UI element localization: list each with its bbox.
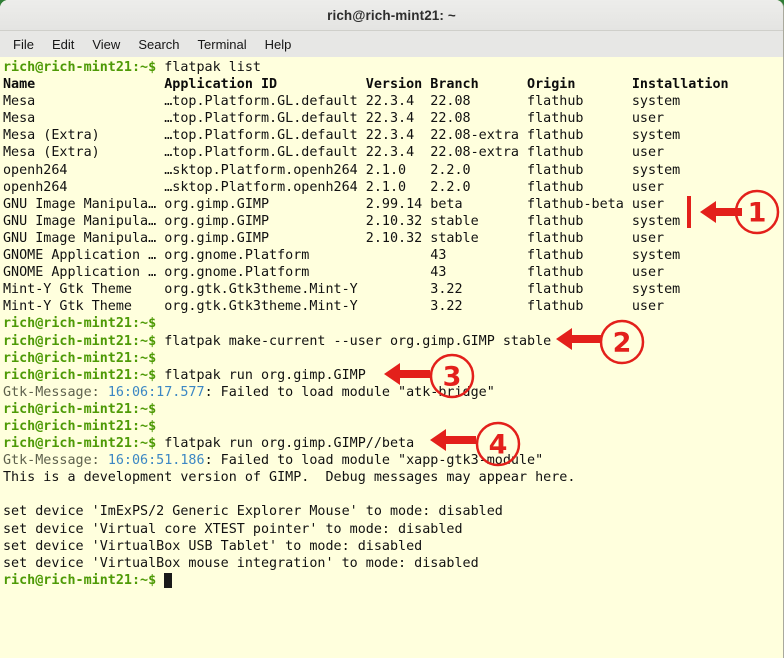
terminal-text-text: flatpak make-current --user org.gimp.GIM… [164,333,552,349]
terminal-text-prompt: rich@rich-mint21:~$ [3,436,165,452]
terminal-line: rich@rich-mint21:~$ flatpak run org.gimp… [3,367,783,384]
terminal-text-olive: Gtk-Message: [3,453,108,469]
terminal-text-header: Name Application ID Version Branch Origi… [3,77,729,93]
menu-item-file[interactable]: File [4,34,43,55]
terminal-cursor [164,572,173,588]
menu-item-terminal[interactable]: Terminal [189,34,256,55]
terminal-text-text: : Failed to load module "atk-bridge" [204,384,495,400]
terminal-line: rich@rich-mint21:~$ [3,418,783,435]
terminal-text-text: Mesa (Extra) …top.Platform.GL.default 22… [3,145,665,161]
terminal-text-text: This is a development version of GIMP. D… [3,470,576,486]
terminal-line: set device 'VirtualBox mouse integration… [3,555,783,572]
terminal-line: rich@rich-mint21:~$ [3,572,783,589]
terminal-text-blue: 16:06:17.577 [107,384,205,400]
terminal-text-text: flatpak run org.gimp.GIMP [164,367,366,383]
terminal-line: rich@rich-mint21:~$ flatpak run org.gimp… [3,435,783,452]
terminal-line: openh264 …sktop.Platform.openh264 2.1.0 … [3,162,783,179]
terminal-line: Mint-Y Gtk Theme org.gtk.Gtk3theme.Mint-… [3,298,783,315]
terminal-text-prompt: rich@rich-mint21:~$ [3,316,157,332]
terminal-text-prompt: rich@rich-mint21:~$ [3,333,165,349]
terminal-text-text: set device 'VirtualBox USB Tablet' to mo… [3,538,423,554]
terminal-text-text: GNU Image Manipula… org.gimp.GIMP 2.10.3… [3,213,681,229]
terminal-text-text: GNOME Application … org.gnome.Platform 4… [3,265,665,281]
terminal-text-olive: Gtk-Message: [3,384,108,400]
terminal-text-text: GNU Image Manipula… org.gimp.GIMP 2.99.1… [3,196,665,212]
terminal-text-prompt: rich@rich-mint21:~$ [3,572,165,588]
terminal-line: GNU Image Manipula… org.gimp.GIMP 2.99.1… [3,196,783,213]
terminal-text-text: set device 'ImExPS/2 Generic Explorer Mo… [3,504,503,520]
window-title: rich@rich-mint21: ~ [327,7,456,23]
menu-item-search[interactable]: Search [129,34,188,55]
menu-item-help[interactable]: Help [256,34,301,55]
terminal-line: Mesa (Extra) …top.Platform.GL.default 22… [3,127,783,144]
terminal-text-text: openh264 …sktop.Platform.openh264 2.1.0 … [3,179,665,195]
terminal-line: Mint-Y Gtk Theme org.gtk.Gtk3theme.Mint-… [3,281,783,298]
terminal-text-text: flatpak list [164,60,261,75]
terminal-line: Mesa …top.Platform.GL.default 22.3.4 22.… [3,110,783,127]
terminal-text-text: Mint-Y Gtk Theme org.gtk.Gtk3theme.Mint-… [3,282,681,298]
terminal-line: set device 'ImExPS/2 Generic Explorer Mo… [3,503,783,520]
terminal-text-text: GNU Image Manipula… org.gimp.GIMP 2.10.3… [3,230,665,246]
titlebar[interactable]: rich@rich-mint21: ~ [0,0,783,31]
terminal-text-text: Mesa …top.Platform.GL.default 22.3.4 22.… [3,94,681,110]
terminal-text-text: GNOME Application … org.gnome.Platform 4… [3,248,681,264]
terminal-text-prompt: rich@rich-mint21:~$ [3,350,157,366]
terminal-line: This is a development version of GIMP. D… [3,469,783,486]
terminal-line: rich@rich-mint21:~$ [3,315,783,332]
terminal-line: Name Application ID Version Branch Origi… [3,76,783,93]
terminal-line: openh264 …sktop.Platform.openh264 2.1.0 … [3,179,783,196]
menu-item-view[interactable]: View [83,34,129,55]
terminal-line: Mesa …top.Platform.GL.default 22.3.4 22.… [3,93,783,110]
terminal-line: Gtk-Message: 16:06:51.186: Failed to loa… [3,452,783,469]
terminal-line: rich@rich-mint21:~$ flatpak list [3,59,783,76]
terminal-line: Gtk-Message: 16:06:17.577: Failed to loa… [3,384,783,401]
terminal-text-text: set device 'Virtual core XTEST pointer' … [3,521,463,537]
terminal-text-text: flatpak run org.gimp.GIMP//beta [164,436,415,452]
terminal-line: set device 'VirtualBox USB Tablet' to mo… [3,538,783,555]
terminal-line: set device 'Virtual core XTEST pointer' … [3,521,783,538]
terminal-text-blue: 16:06:51.186 [107,453,205,469]
terminal-line: GNOME Application … org.gnome.Platform 4… [3,247,783,264]
terminal-window: rich@rich-mint21: ~ File Edit View Search Te… [0,0,784,658]
menu-item-edit[interactable]: Edit [43,34,83,55]
terminal-line: rich@rich-mint21:~$ flatpak make-current… [3,333,783,350]
terminal-line: Mesa (Extra) …top.Platform.GL.default 22… [3,144,783,161]
terminal-text-text: Mint-Y Gtk Theme org.gtk.Gtk3theme.Mint-… [3,299,665,315]
terminal-text-prompt: rich@rich-mint21:~$ [3,401,157,417]
terminal-text-text: Mesa …top.Platform.GL.default 22.3.4 22.… [3,111,665,127]
terminal-line: rich@rich-mint21:~$ [3,401,783,418]
terminal-text-text: Mesa (Extra) …top.Platform.GL.default 22… [3,128,681,144]
terminal-text-prompt: rich@rich-mint21:~$ [3,60,165,75]
terminal-text-prompt: rich@rich-mint21:~$ [3,367,165,383]
terminal-line: GNU Image Manipula… org.gimp.GIMP 2.10.3… [3,230,783,247]
terminal-line: GNU Image Manipula… org.gimp.GIMP 2.10.3… [3,213,783,230]
terminal-line: GNOME Application … org.gnome.Platform 4… [3,264,783,281]
terminal-text-text: : Failed to load module "xapp-gtk3-modul… [204,453,544,469]
terminal-text-prompt: rich@rich-mint21:~$ [3,418,157,434]
terminal-text-text: openh264 …sktop.Platform.openh264 2.1.0 … [3,162,681,178]
terminal-line: rich@rich-mint21:~$ [3,350,783,367]
menubar: File Edit View Search Terminal Help [0,31,783,58]
terminal-output[interactable]: rich@rich-mint21:~$ flatpak list Name App… [0,57,783,658]
terminal-text-text: set device 'VirtualBox mouse integration… [3,555,479,571]
